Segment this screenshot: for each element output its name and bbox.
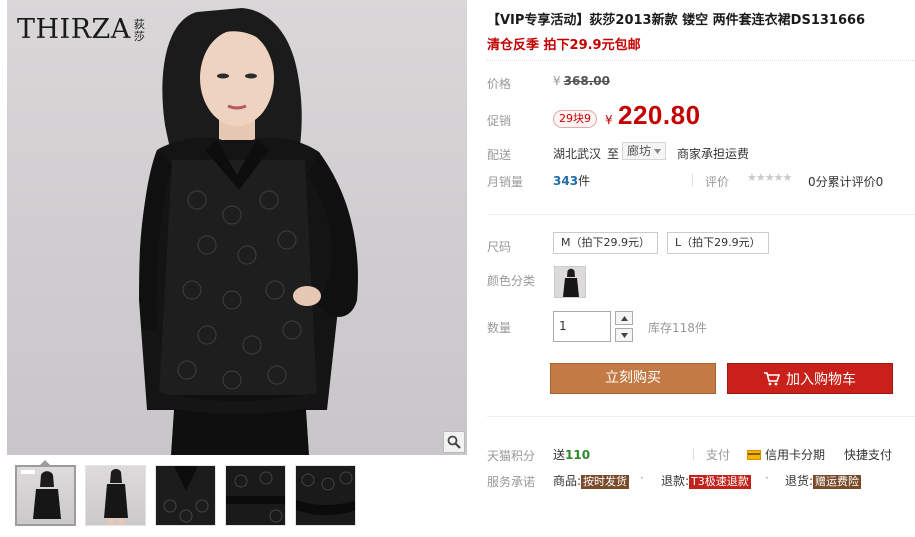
product-subtitle: 清仓反季 拍下29.9元包邮 bbox=[487, 38, 641, 53]
divider bbox=[692, 174, 693, 186]
size-option-l[interactable]: L（拍下29.9元） bbox=[667, 232, 769, 254]
rating-stars-icon: ★★★★★ bbox=[747, 171, 792, 184]
product-title: 【VIP专享活动】荻莎2013新款 镂空 两件套连衣裙DS131666 bbox=[487, 13, 866, 28]
monthly-sales: 343件 bbox=[553, 172, 590, 189]
credit-installment-link[interactable]: 信用卡分期 bbox=[747, 446, 825, 463]
points-label: 天猫积分 bbox=[487, 449, 536, 463]
quantity-decrease-button[interactable] bbox=[615, 328, 633, 342]
brand-cn: 荻莎 bbox=[133, 18, 145, 43]
monthly-sales-count: 343 bbox=[553, 174, 579, 188]
service-label: 服务承诺 bbox=[487, 475, 536, 489]
thumbnail-3[interactable] bbox=[155, 465, 216, 526]
points-prefix: 送 bbox=[553, 448, 566, 462]
separator-dot: · bbox=[765, 471, 769, 485]
divider bbox=[487, 416, 915, 417]
monthly-sales-label: 月销量 bbox=[487, 175, 524, 189]
service-shipping[interactable]: 商品: 按时发货 bbox=[553, 472, 630, 489]
service-return[interactable]: 退货: 赠运费险 bbox=[785, 472, 862, 489]
chevron-up-icon bbox=[620, 315, 628, 321]
brand-name: THIRZA bbox=[17, 14, 131, 45]
service-refund-prefix: 退款: bbox=[661, 474, 690, 488]
service-refund[interactable]: 退款: T3极速退款 bbox=[661, 472, 751, 489]
currency-symbol: ¥ bbox=[553, 74, 561, 88]
destination-value: 廊坊 bbox=[627, 144, 652, 158]
magnifier-icon[interactable] bbox=[443, 431, 465, 453]
thumbnail-4[interactable] bbox=[225, 465, 286, 526]
color-label: 颜色分类 bbox=[487, 274, 536, 288]
promo-label: 促销 bbox=[487, 114, 512, 128]
shipping-cost: 商家承担运费 bbox=[677, 147, 750, 161]
quick-pay-link[interactable]: 快捷支付 bbox=[844, 446, 892, 463]
credit-installment-label: 信用卡分期 bbox=[765, 448, 826, 462]
service-return-prefix: 退货: bbox=[785, 474, 814, 488]
thumbnail-1[interactable] bbox=[15, 465, 76, 526]
promo-badge[interactable]: 29块9 bbox=[553, 110, 597, 128]
model-figure bbox=[139, 8, 358, 455]
brand-logo: THIRZA 荻莎 bbox=[17, 14, 146, 45]
divider bbox=[487, 214, 915, 215]
chevron-down-icon bbox=[654, 148, 662, 154]
promo-price: 220.80 bbox=[618, 100, 701, 130]
points-amount: 110 bbox=[565, 448, 591, 462]
separator-dot: · bbox=[640, 471, 644, 485]
service-return-tag: 赠运费险 bbox=[813, 475, 862, 489]
promo-currency-symbol: ¥ bbox=[605, 113, 613, 127]
divider bbox=[487, 60, 915, 61]
payment-label: 支付 bbox=[706, 448, 731, 462]
quantity-label: 数量 bbox=[487, 321, 512, 335]
main-product-image[interactable]: THIRZA 荻莎 bbox=[7, 0, 467, 455]
cart-icon bbox=[764, 371, 780, 385]
stock-info: 库存118件 bbox=[648, 321, 707, 335]
size-label: 尺码 bbox=[487, 240, 512, 254]
destination-select[interactable]: 廊坊 bbox=[622, 142, 667, 160]
color-swatch[interactable] bbox=[554, 266, 586, 298]
service-refund-tag: T3极速退款 bbox=[689, 475, 751, 489]
buy-now-button[interactable]: 立刻购买 bbox=[550, 363, 716, 394]
chevron-down-icon bbox=[620, 332, 628, 338]
credit-card-icon bbox=[747, 449, 761, 460]
divider bbox=[693, 448, 694, 460]
price-label: 价格 bbox=[487, 77, 512, 91]
review-summary[interactable]: 0分累计评价0 bbox=[808, 173, 883, 190]
original-price-value: 368.00 bbox=[563, 74, 610, 88]
thumbnail-2[interactable] bbox=[85, 465, 146, 526]
ship-to-word: 至 bbox=[607, 147, 620, 161]
thumbnail-5[interactable] bbox=[295, 465, 356, 526]
service-shipping-prefix: 商品: bbox=[553, 474, 582, 488]
thumbnail-strip bbox=[15, 465, 356, 526]
add-to-cart-button[interactable]: 加入购物车 bbox=[727, 363, 893, 394]
ship-from: 湖北武汉 bbox=[553, 147, 602, 161]
quantity-increase-button[interactable] bbox=[615, 311, 633, 325]
monthly-sales-unit: 件 bbox=[578, 174, 591, 188]
original-price: ¥368.00 bbox=[553, 74, 610, 88]
add-to-cart-label: 加入购物车 bbox=[786, 371, 856, 388]
service-shipping-tag: 按时发货 bbox=[581, 475, 630, 489]
points-value: 送110 bbox=[553, 446, 590, 463]
size-option-m[interactable]: M（拍下29.9元） bbox=[553, 232, 658, 254]
review-label: 评价 bbox=[705, 175, 730, 189]
quantity-input[interactable]: 1 bbox=[553, 311, 611, 342]
shipping-label: 配送 bbox=[487, 148, 512, 162]
